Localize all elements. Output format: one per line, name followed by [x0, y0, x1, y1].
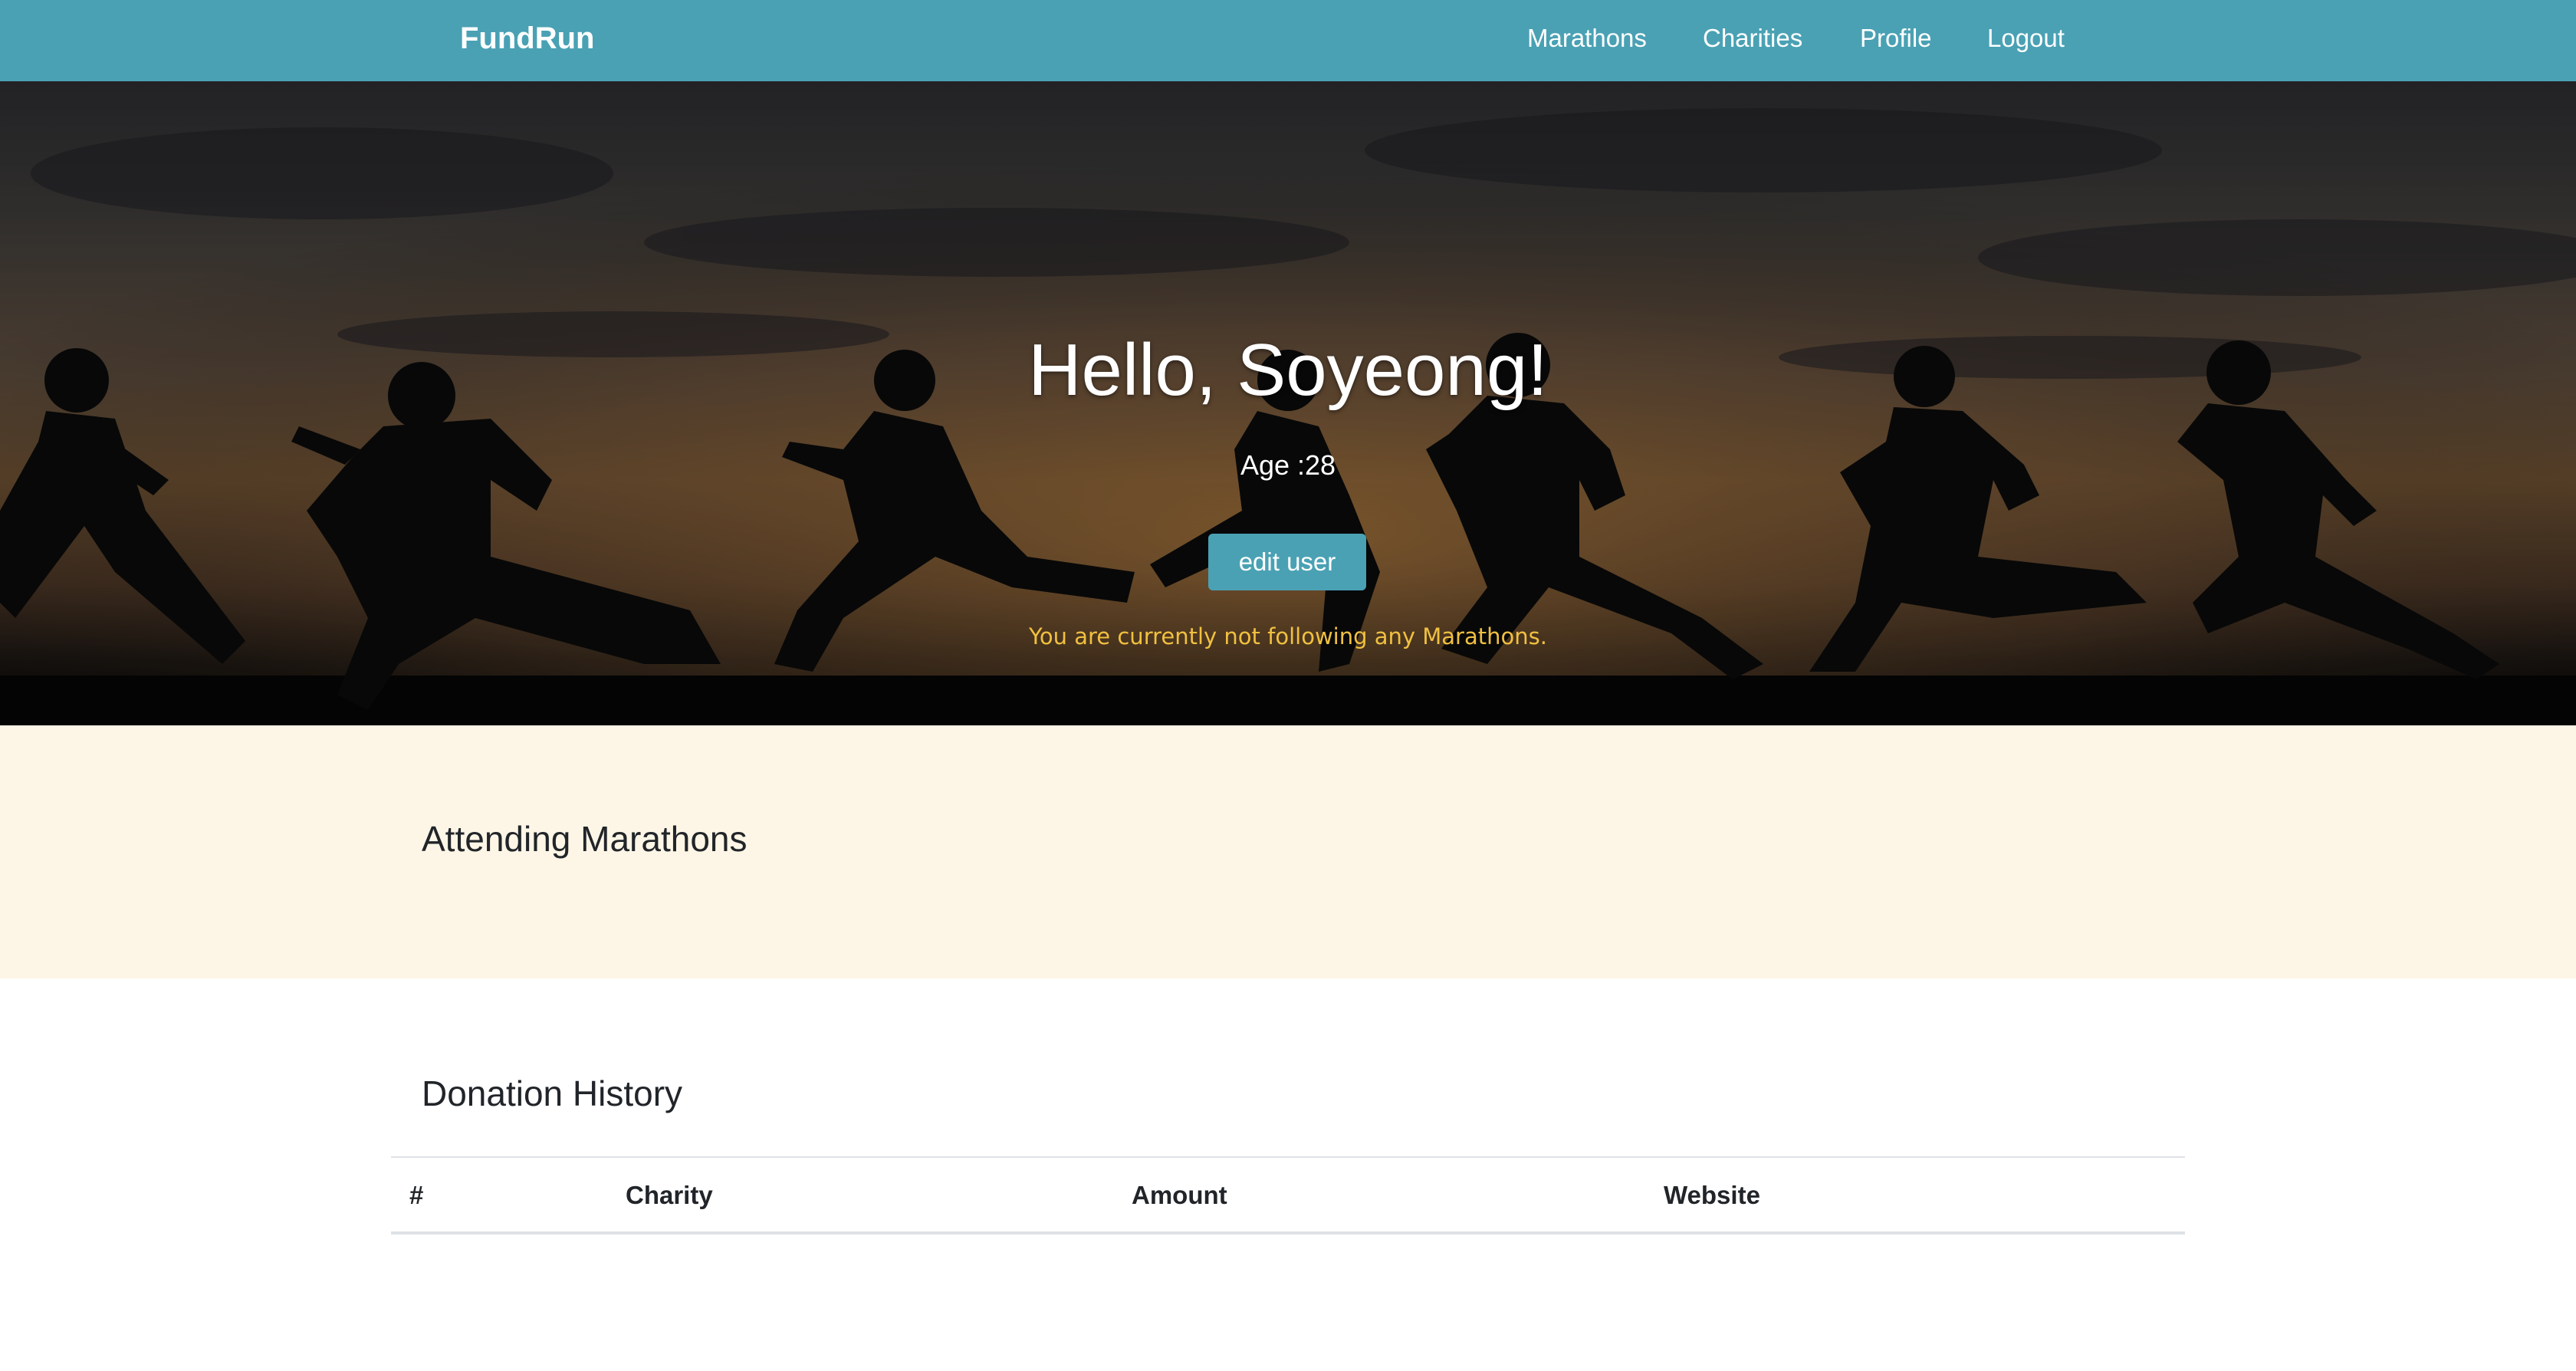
nav-link-charities[interactable]: Charities — [1703, 18, 1802, 58]
table-header-amount: Amount — [1132, 1181, 1227, 1209]
brand-logo[interactable]: FundRun — [460, 18, 595, 58]
user-age: Age :28 — [1240, 449, 1336, 481]
following-notice: You are currently not following any Mara… — [1029, 623, 1547, 649]
nav-link-profile[interactable]: Profile — [1860, 18, 1932, 58]
nav-link-logout[interactable]: Logout — [1987, 18, 2065, 58]
attending-marathons-heading: Attending Marathons — [422, 819, 748, 859]
donation-history-heading: Donation History — [422, 1073, 683, 1113]
edit-user-button[interactable]: edit user — [1208, 534, 1366, 590]
table-header-website: Website — [1664, 1181, 1760, 1209]
top-navbar: FundRun Marathons Charities Profile Logo… — [0, 0, 2576, 81]
table-header-charity: Charity — [626, 1181, 713, 1209]
greeting-heading: Hello, Soyeong! — [1028, 329, 1548, 411]
attending-marathons-section: Attending Marathons — [0, 725, 2576, 978]
hero-banner: Hello, Soyeong! Age :28 edit user You ar… — [0, 81, 2576, 725]
table-header-number: # — [409, 1181, 424, 1209]
donation-history-section: Donation History # Charity Amount Websit… — [0, 978, 2576, 1371]
nav-link-marathons[interactable]: Marathons — [1527, 18, 1647, 58]
donation-table: # Charity Amount Website — [391, 1156, 2185, 1235]
